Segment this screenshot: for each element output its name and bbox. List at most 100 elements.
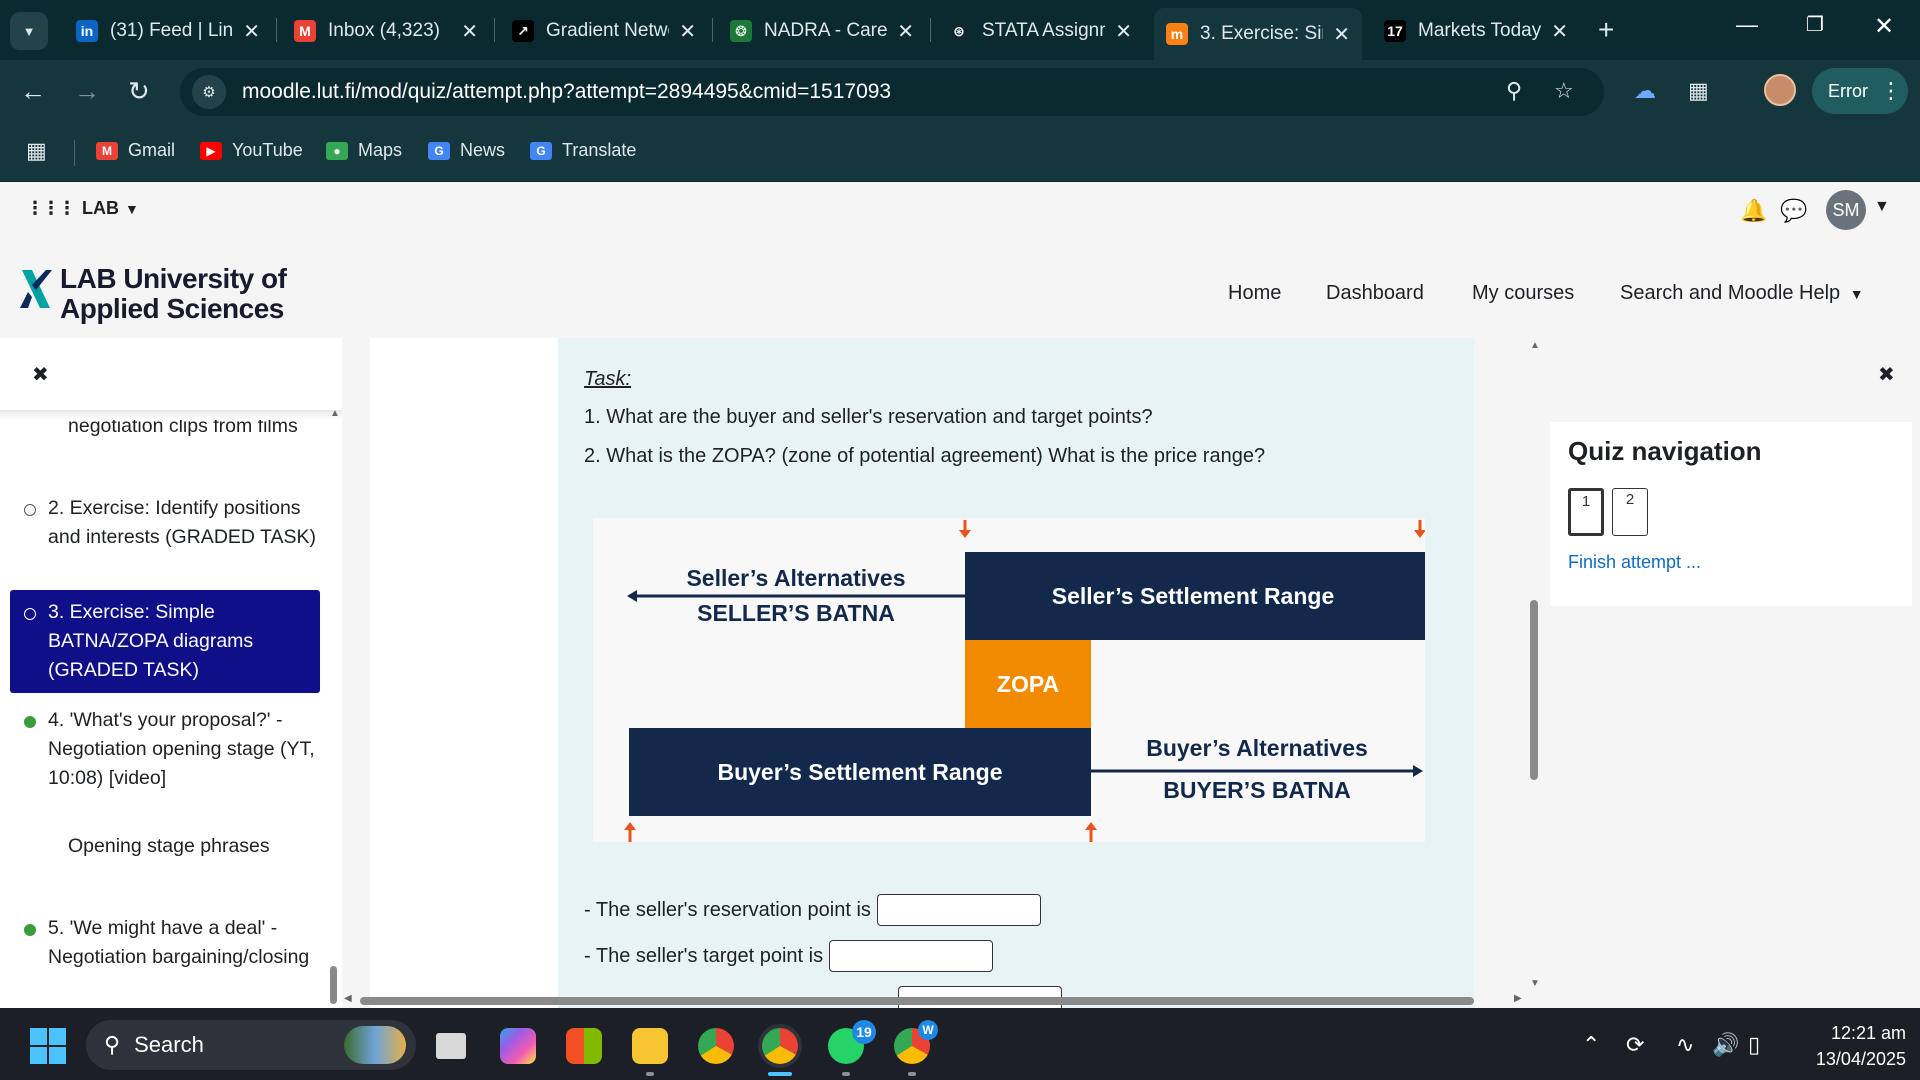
tab-title: Markets Today: [1418, 20, 1542, 41]
tab-search-button[interactable]: ▼: [10, 12, 48, 50]
tab-title: Inbox (4,323): [328, 20, 440, 41]
bing-highlight-icon[interactable]: [344, 1026, 406, 1064]
scroll-left-arrow-icon[interactable]: ◀: [344, 993, 352, 1004]
browser-tab[interactable]: ❂ NADRA - Careers ✕: [718, 8, 926, 54]
course-index-scrollbar[interactable]: ▲: [330, 408, 340, 1008]
apps-grid-icon[interactable]: ▦: [26, 138, 47, 164]
site-info-icon[interactable]: ⚙: [192, 75, 226, 109]
bookmark-star-icon[interactable]: ☆: [1554, 78, 1574, 104]
microsoft-store-icon[interactable]: [566, 1028, 602, 1064]
chrome-work-running-indicator: [908, 1072, 916, 1076]
close-window-button[interactable]: ✕: [1874, 12, 1894, 41]
close-drawer-icon[interactable]: ✖: [1878, 362, 1895, 387]
scroll-right-arrow-icon[interactable]: ▶: [1514, 993, 1522, 1004]
main-scrollbar-thumb[interactable]: [1530, 600, 1538, 780]
system-clock[interactable]: 12:21 am 13/04/2025: [1790, 1020, 1906, 1072]
battery-icon[interactable]: ▯: [1748, 1032, 1760, 1058]
close-tab-icon[interactable]: ✕: [897, 19, 914, 44]
quiz-navigation-drawer: ✖ Quiz navigation 1 2 Finish attempt ...: [1542, 338, 1920, 1008]
bookmark-item[interactable]: G Translate: [530, 140, 636, 161]
profile-avatar[interactable]: [1764, 74, 1796, 106]
scroll-up-arrow-icon[interactable]: ▲: [1530, 340, 1540, 351]
course-index-item[interactable]: 2. Exercise: Identify positions and inte…: [10, 494, 320, 552]
brand-line-2: Applied Sciences: [60, 293, 284, 324]
close-drawer-icon[interactable]: ✖: [32, 362, 49, 387]
bookmark-item[interactable]: ▶ YouTube: [200, 140, 303, 161]
horizontal-scrollbar[interactable]: ◀ ▶: [342, 993, 1532, 1008]
browser-tab[interactable]: ↗ Gradient Network ✕: [500, 8, 708, 54]
address-bar[interactable]: ⚙ moodle.lut.fi/mod/quiz/attempt.php?att…: [180, 68, 1604, 116]
close-tab-icon[interactable]: ✕: [679, 19, 696, 44]
bookmark-item[interactable]: M Gmail: [96, 140, 175, 161]
close-tab-icon[interactable]: ✕: [1115, 19, 1132, 44]
user-avatar[interactable]: SM: [1826, 190, 1866, 230]
course-index-item[interactable]: 3. Exercise: Simple BATNA/ZOPA diagrams …: [10, 590, 320, 693]
reload-button[interactable]: ↻: [128, 76, 150, 107]
nav-dashboard[interactable]: Dashboard: [1326, 282, 1424, 305]
volume-icon[interactable]: 🔊: [1712, 1032, 1739, 1058]
finish-attempt-link[interactable]: Finish attempt ...: [1568, 552, 1701, 573]
windows-start-icon[interactable]: [30, 1028, 66, 1064]
new-tab-button[interactable]: +: [1598, 14, 1614, 46]
messages-icon[interactable]: 💬: [1780, 198, 1807, 224]
scroll-up-arrow-icon[interactable]: ▲: [330, 408, 340, 419]
chrome-profile-icon[interactable]: [762, 1028, 798, 1064]
work-profile-badge: W: [918, 1020, 938, 1040]
course-index-item[interactable]: 4. 'What's your proposal?' - Negotiation…: [10, 706, 320, 793]
seller-reservation-input[interactable]: [876, 894, 1041, 926]
tab-separator: [494, 18, 495, 42]
browser-tab[interactable]: ⊛ STATA Assignment ✕: [936, 8, 1144, 54]
quiz-question-1-button[interactable]: 1: [1568, 488, 1604, 536]
browser-tab[interactable]: M Inbox (4,323) ✕: [282, 8, 490, 54]
seller-target-input[interactable]: [829, 940, 994, 972]
course-index-item[interactable]: Opening stage phrases: [10, 832, 320, 861]
taskbar-search[interactable]: ⚲ Search: [86, 1020, 416, 1070]
minimize-button[interactable]: —: [1736, 12, 1758, 38]
notifications-bell-icon[interactable]: 🔔: [1740, 198, 1767, 224]
copilot-icon[interactable]: [500, 1028, 536, 1064]
seller-alternatives-label: Seller’s Alternatives: [686, 565, 905, 591]
quiz-question-2-button[interactable]: 2: [1612, 488, 1648, 536]
zoom-icon[interactable]: ⚲: [1506, 78, 1522, 104]
bookmark-item[interactable]: ● Maps: [326, 140, 402, 161]
course-index-list: negotiation clips from films 2. Exercise:…: [0, 338, 330, 1008]
nav-my-courses[interactable]: My courses: [1472, 282, 1574, 305]
maps-icon: ●: [326, 141, 348, 160]
task-view-icon[interactable]: [436, 1033, 466, 1059]
completion-done-icon: [24, 716, 36, 728]
bookmark-item[interactable]: G News: [428, 140, 505, 161]
lab-logo-icon[interactable]: [18, 266, 54, 312]
brand-name[interactable]: LAB University of Applied Sciences: [60, 264, 287, 324]
browser-tab[interactable]: m 3. Exercise: Simple BATNA ✕: [1154, 8, 1362, 60]
nav-home[interactable]: Home: [1228, 282, 1281, 305]
error-button[interactable]: Error ⋮: [1812, 68, 1908, 114]
browser-tab[interactable]: 17 Markets Today ✕: [1372, 8, 1580, 54]
completion-pending-icon: [24, 608, 36, 620]
cloud-sync-icon[interactable]: ☁: [1634, 78, 1656, 104]
course-index-item[interactable]: 5. 'We might have a deal' - Negotiation …: [10, 914, 320, 972]
file-explorer-icon[interactable]: [632, 1028, 668, 1064]
extensions-icon[interactable]: ▦: [1688, 78, 1709, 104]
close-tab-icon[interactable]: ✕: [1551, 19, 1568, 44]
nav-search-help[interactable]: Search and Moodle Help ▼: [1620, 282, 1864, 305]
tray-overflow-chevron-icon[interactable]: ⌃: [1582, 1032, 1600, 1058]
whatsapp-badge: 19: [852, 1020, 876, 1044]
sync-status-icon[interactable]: ⟳: [1626, 1032, 1644, 1058]
scrollbar-thumb[interactable]: [330, 966, 337, 1004]
restore-button[interactable]: ❐: [1806, 12, 1824, 37]
browser-tab[interactable]: in (31) Feed | LinkedIn ✕: [64, 8, 272, 54]
app-menu-button[interactable]: ⋮⋮⋮ LAB ▼: [26, 198, 139, 219]
back-button[interactable]: ←: [20, 76, 46, 107]
taskbar-search-label: Search: [134, 1032, 204, 1057]
close-tab-icon[interactable]: ✕: [243, 19, 260, 44]
close-tab-icon[interactable]: ✕: [461, 19, 478, 44]
main-vertical-scrollbar[interactable]: ▲ ▼: [1530, 338, 1542, 1008]
scroll-down-arrow-icon[interactable]: ▼: [1530, 978, 1540, 989]
url-text[interactable]: moodle.lut.fi/mod/quiz/attempt.php?attem…: [242, 80, 891, 104]
chrome-icon[interactable]: [698, 1028, 734, 1064]
user-menu-chevron-icon[interactable]: ▼: [1874, 198, 1890, 216]
close-tab-icon[interactable]: ✕: [1333, 22, 1350, 47]
wifi-icon[interactable]: ∿: [1676, 1032, 1694, 1058]
horizontal-scrollbar-thumb[interactable]: [360, 997, 1474, 1005]
forward-button[interactable]: →: [74, 76, 100, 107]
